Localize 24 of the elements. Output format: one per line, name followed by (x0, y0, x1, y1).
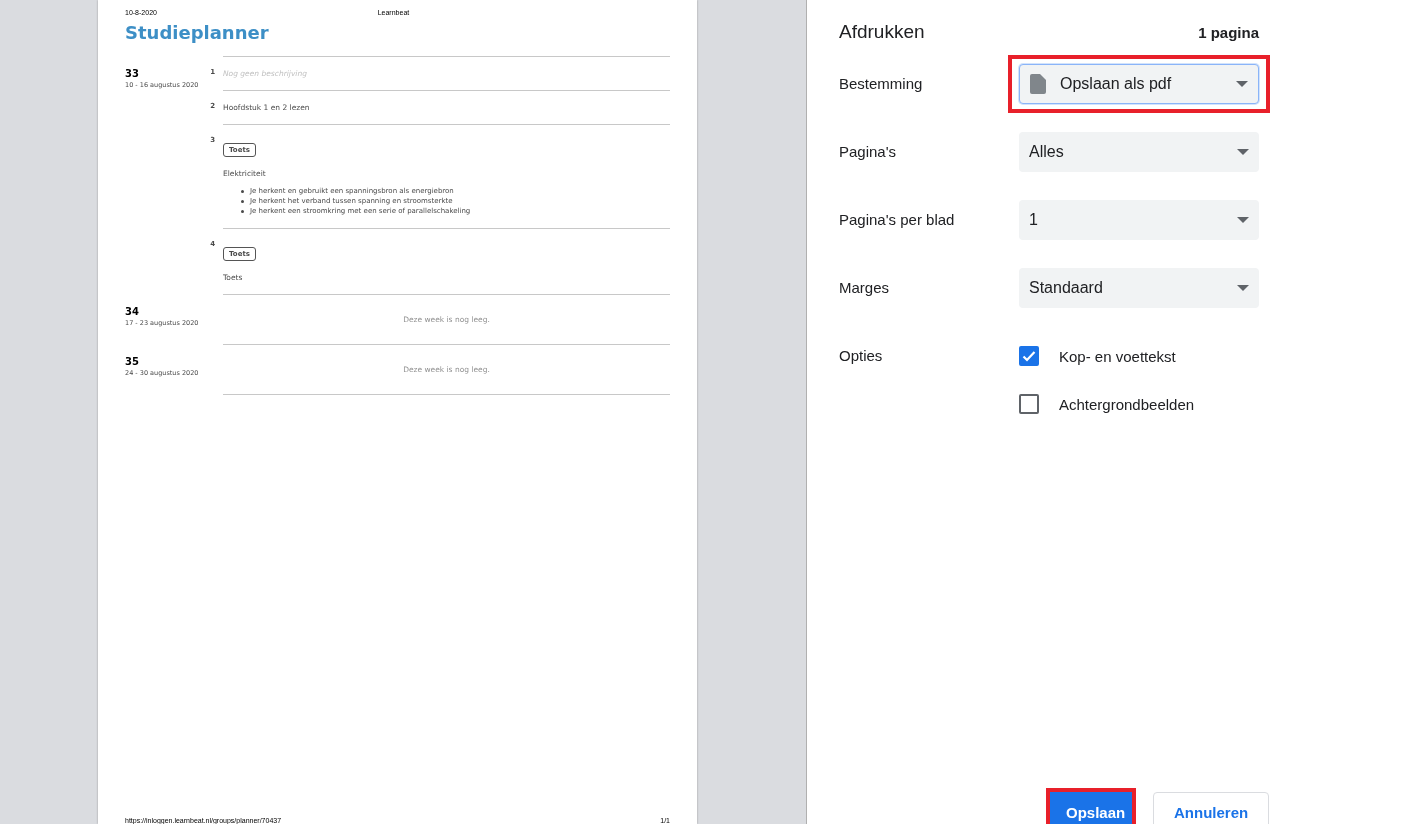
page-title: Studieplanner (125, 22, 270, 44)
dropdown[interactable]: 1 (1019, 200, 1259, 240)
dropdown[interactable]: Opslaan als pdf (1019, 64, 1259, 104)
setting-label: Bestemming (839, 74, 924, 94)
dropdown[interactable]: Alles (1019, 132, 1259, 172)
setting-label: Marges (839, 278, 891, 298)
checkbox-label: Achtergrondbeelden (1059, 395, 1195, 413)
week-number: 33 (125, 68, 140, 79)
checkbox[interactable] (1019, 346, 1039, 366)
week-number: 35 (125, 356, 140, 367)
setting-label: Pagina's (839, 142, 898, 162)
setting-label: Opties (839, 346, 884, 366)
checkbox[interactable] (1019, 394, 1039, 414)
page-count: 1 pagina (1198, 23, 1259, 41)
caret-icon (1236, 81, 1248, 87)
caret-icon (1237, 217, 1249, 223)
setting-label: Pagina's per blad (839, 210, 956, 230)
week-number: 34 (125, 306, 140, 317)
dropdown[interactable]: Standaard (1019, 268, 1259, 308)
checkbox-label: Kop- en voettekst (1059, 347, 1176, 365)
caret-icon (1237, 149, 1249, 155)
dialog-title: Afdrukken (839, 21, 925, 43)
caret-icon (1237, 285, 1249, 291)
cancel-button[interactable]: Annuleren (1153, 792, 1269, 824)
